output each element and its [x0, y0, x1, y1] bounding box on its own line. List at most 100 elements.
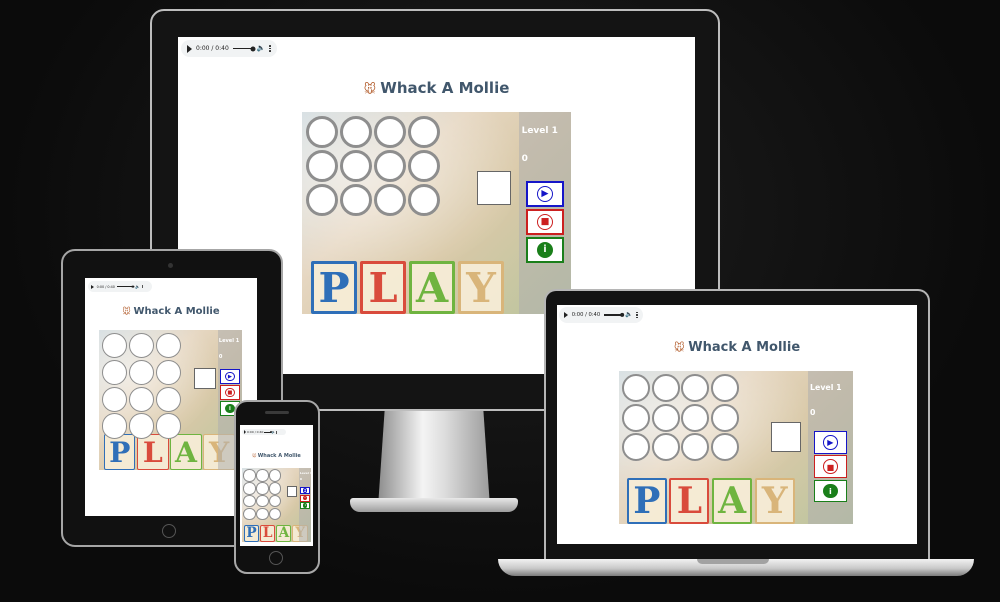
play-icon[interactable]	[187, 44, 192, 53]
more-options-icon[interactable]	[269, 45, 271, 52]
mole-hole[interactable]	[269, 482, 282, 495]
audio-progress-track[interactable]	[232, 46, 256, 51]
mole-hole[interactable]	[128, 386, 155, 412]
stop-button[interactable]: ■	[300, 494, 311, 502]
game-board: PLAY Level 1 0 ▶ ■ i	[302, 112, 571, 314]
mole-hole[interactable]	[155, 413, 181, 439]
audio-time: 0:00 / 0:40	[96, 284, 115, 289]
play-button[interactable]: ▶	[813, 431, 847, 454]
play-circle-icon: ▶	[823, 434, 838, 450]
mole-hole[interactable]	[681, 433, 710, 462]
mole-hole[interactable]	[373, 149, 406, 182]
mole-hole[interactable]	[155, 333, 181, 359]
info-button[interactable]: i	[526, 237, 564, 263]
mole-hole[interactable]	[622, 433, 651, 462]
stop-button[interactable]: ■	[526, 209, 564, 235]
play-block-y: Y	[754, 477, 795, 524]
mole-target[interactable]	[194, 367, 216, 390]
audio-progress-track[interactable]	[264, 431, 272, 433]
mole-hole[interactable]	[710, 403, 739, 432]
play-block-a: A	[276, 524, 292, 542]
mole-hole[interactable]	[681, 374, 710, 403]
mole-hole[interactable]	[128, 333, 155, 359]
mole-hole[interactable]	[256, 482, 269, 495]
mole-hole[interactable]	[305, 149, 338, 182]
mole-hole[interactable]	[102, 386, 128, 412]
audio-progress-knob[interactable]	[250, 46, 256, 51]
mole-hole[interactable]	[243, 469, 256, 482]
mole-hole[interactable]	[128, 359, 155, 386]
mole-hole[interactable]	[155, 359, 181, 386]
side-panel: Level 1 0 ▶ ■ i	[519, 112, 571, 314]
audio-progress-track[interactable]	[117, 285, 135, 288]
more-options-icon[interactable]	[142, 284, 144, 289]
audio-time: 0:00 / 0:40	[247, 430, 264, 434]
mole-hole[interactable]	[407, 149, 440, 182]
mole-hole[interactable]	[339, 183, 372, 216]
mole-hole[interactable]	[269, 508, 282, 521]
audio-player[interactable]: 0:00 / 0:40 🔈	[181, 40, 277, 57]
mole-hole[interactable]	[651, 374, 680, 403]
play-button[interactable]: ▶	[219, 369, 241, 385]
page-title-text: Whack A Mollie	[688, 340, 801, 355]
stop-button[interactable]: ■	[219, 385, 241, 401]
mole-hole[interactable]	[102, 333, 128, 359]
mole-hole[interactable]	[339, 115, 372, 148]
audio-progress-track[interactable]	[603, 312, 625, 318]
mole-hole[interactable]	[339, 149, 372, 182]
audio-player[interactable]: 0:00 / 0:40 🔈	[242, 429, 286, 435]
mole-hole[interactable]	[373, 115, 406, 148]
mole-hole[interactable]	[407, 115, 440, 148]
mole-hole[interactable]	[681, 403, 710, 432]
mole-hole[interactable]	[128, 413, 155, 439]
volume-icon[interactable]: 🔈	[135, 284, 140, 289]
mole-hole[interactable]	[622, 374, 651, 403]
play-icon[interactable]	[244, 430, 246, 434]
mole-hole[interactable]	[243, 508, 256, 521]
mole-target[interactable]	[771, 422, 801, 452]
play-icon[interactable]	[564, 312, 569, 318]
volume-icon[interactable]: 🔈	[272, 430, 276, 434]
mole-hole[interactable]	[622, 403, 651, 432]
volume-icon[interactable]: 🔈	[257, 45, 266, 52]
more-options-icon[interactable]	[636, 311, 638, 319]
mole-hole[interactable]	[373, 183, 406, 216]
play-button[interactable]: ▶	[526, 181, 564, 207]
stop-button[interactable]: ■	[813, 455, 847, 478]
mole-hole[interactable]	[651, 403, 680, 432]
mole-hole[interactable]	[651, 433, 680, 462]
mole-hole[interactable]	[305, 183, 338, 216]
mole-target[interactable]	[477, 171, 511, 205]
volume-icon[interactable]: 🔈	[625, 311, 633, 318]
mole-hole[interactable]	[269, 469, 282, 482]
mole-hole[interactable]	[102, 359, 128, 386]
mole-hole[interactable]	[256, 508, 269, 521]
info-button[interactable]: i	[813, 479, 847, 503]
audio-player[interactable]: 0:00 / 0:40 🔈	[88, 281, 152, 292]
play-block-p: P	[626, 477, 667, 524]
mole-hole[interactable]	[269, 495, 282, 508]
mole-hole[interactable]	[155, 386, 181, 412]
stop-circle-icon: ■	[823, 459, 838, 475]
mole-hole[interactable]	[256, 469, 269, 482]
mole-hole[interactable]	[710, 374, 739, 403]
info-button[interactable]: i	[300, 502, 311, 510]
mole-hole[interactable]	[407, 183, 440, 216]
more-options-icon[interactable]	[276, 430, 278, 434]
monitor-base	[350, 498, 518, 512]
mole-hole[interactable]	[102, 413, 128, 439]
audio-progress-knob[interactable]	[269, 431, 272, 433]
play-block-p: P	[104, 433, 136, 470]
mole-target[interactable]	[286, 486, 298, 497]
mole-hole[interactable]	[305, 115, 338, 148]
mole-hole[interactable]	[256, 495, 269, 508]
audio-player[interactable]: 0:00 / 0:40 🔈	[559, 307, 643, 323]
mole-hole[interactable]	[243, 482, 256, 495]
play-button[interactable]: ▶	[300, 486, 311, 495]
play-icon[interactable]	[91, 284, 95, 289]
play-circle-icon: ▶	[225, 371, 235, 382]
audio-progress-knob[interactable]	[131, 285, 135, 288]
mole-hole[interactable]	[243, 495, 256, 508]
mole-hole[interactable]	[710, 433, 739, 462]
audio-progress-knob[interactable]	[619, 312, 625, 318]
